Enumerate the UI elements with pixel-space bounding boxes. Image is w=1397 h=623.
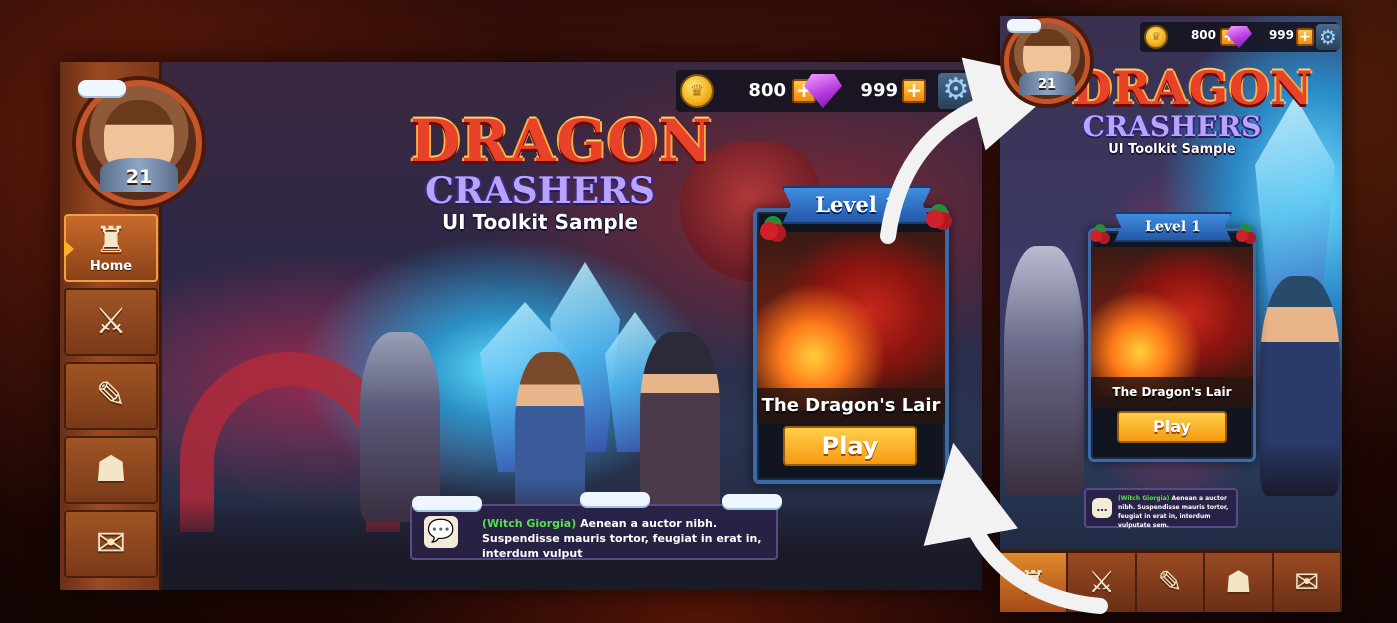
speech-bubble-icon: 💬 [424,516,458,548]
nav-mail-button[interactable]: ✉ [64,510,158,578]
nav-mail-button[interactable]: ✉ [1274,553,1342,612]
holly-decoration [760,222,778,240]
logo-subtitle: UI Toolkit Sample [1108,142,1236,157]
level-ribbon: Level 1 [782,186,932,224]
logo-crashers: CRASHERS [425,170,655,212]
dialogue-box: 💬 (Witch Giorgia) Aenean a auctor nibh. … [410,504,778,560]
nav-shop-button[interactable]: ☗ [64,436,158,504]
castle-icon: ♜ [1019,565,1047,600]
castle-icon: ♜ [94,219,128,261]
gem-amount: 999 [1268,28,1294,42]
nav-shop-button[interactable]: ☗ [1205,553,1274,612]
dialogue-text: (Witch Giorgia) Aenean a auctor nibh. Su… [482,516,772,561]
logo-dragon: DRAGON [1072,61,1314,115]
play-button[interactable]: Play [1117,411,1227,443]
player-avatar[interactable]: 21 [1004,18,1090,104]
holly-decoration [1090,230,1102,242]
nav-quests-button[interactable]: ✎ [1137,553,1206,612]
werewolf-character [1004,246,1084,496]
gem-amount: 999 [860,80,898,101]
player-avatar[interactable]: 21 [76,80,202,206]
knight-character [1260,276,1340,496]
level-card: The Dragon's Lair Play [753,208,949,484]
level-name: The Dragon's Lair [1091,377,1253,407]
werewolf-character [360,332,440,522]
nav-home-label: Home [89,258,133,274]
player-level-badge: 21 [1037,77,1057,92]
level-name: The Dragon's Lair [757,388,945,424]
resource-bar: ♛ 800 + 999 + ⚙ [1140,22,1340,52]
play-button[interactable]: Play [783,426,917,466]
nav-inventory-button[interactable]: ⚔ [1068,553,1137,612]
resource-bar: ♛ 800 + 999 + ⚙ [676,70,982,112]
nav-inventory-button[interactable]: ⚔ [64,288,158,356]
add-gems-button[interactable]: + [902,79,926,103]
game-logo: DRAGON CRASHERS UI Toolkit Sample [410,107,713,234]
dialogue-speaker: (Witch Giorgia) [482,517,577,530]
landscape-screen: ♜ Home ⚔ ✎ ☗ ✉ 21 ♛ 800 + 999 + ⚙ DRAGON [60,62,982,590]
snow-drift [412,496,482,510]
holly-decoration [926,210,944,228]
loot-sack-icon: ☗ [94,449,128,490]
dialogue-text: (Witch Giorgia) Aenean a auctor nibh. Su… [1118,494,1236,530]
logo-crashers: CRASHERS [1082,110,1262,143]
holly-decoration [1236,230,1248,242]
mail-icon: ✉ [95,523,127,564]
bottom-navigation: ♜ ⚔ ✎ ☗ ✉ [1000,550,1342,612]
nav-home-button[interactable]: ♜ Home [64,214,158,282]
loot-sack-icon: ☗ [1224,565,1252,600]
speech-bubble-icon: … [1092,498,1112,518]
gold-amount: 800 [748,80,786,101]
logo-dragon: DRAGON [410,107,713,175]
gold-amount: 800 [1190,28,1216,42]
shield-sword-icon: ⚔ [94,301,128,342]
dialogue-speaker: (Witch Giorgia) [1118,495,1170,502]
player-level-badge: 21 [125,166,153,188]
portrait-screen: 21 ♛ 800 + 999 + ⚙ DRAGON CRASHERS UI To… [1000,16,1342,612]
settings-gear-icon[interactable]: ⚙ [938,73,974,109]
scroll-quill-icon: ✎ [95,375,127,416]
nav-home-button[interactable]: ♜ [1000,553,1069,612]
settings-gear-icon[interactable]: ⚙ [1316,24,1340,50]
gold-coin-icon: ♛ [1144,25,1168,49]
active-indicator [64,240,74,258]
shield-sword-icon: ⚔ [1088,565,1116,600]
level-card: The Dragon's Lair Play [1088,228,1256,462]
add-gems-button[interactable]: + [1296,28,1314,46]
level-ribbon: Level 1 [1114,212,1232,242]
scroll-quill-icon: ✎ [1157,565,1183,600]
snow-drift [722,494,782,508]
game-logo: DRAGON CRASHERS UI Toolkit Sample [1072,61,1314,158]
snow-cap [78,80,126,96]
snow-cap [1007,19,1041,31]
gold-coin-icon: ♛ [680,74,714,108]
nav-quests-button[interactable]: ✎ [64,362,158,430]
dragon-art [757,232,945,410]
mail-icon: ✉ [1294,565,1320,600]
dialogue-box: … (Witch Giorgia) Aenean a auctor nibh. … [1084,488,1238,530]
witch-character [640,332,720,522]
dragon-art [1091,247,1253,397]
snow-drift [580,492,650,506]
logo-subtitle: UI Toolkit Sample [441,210,639,234]
